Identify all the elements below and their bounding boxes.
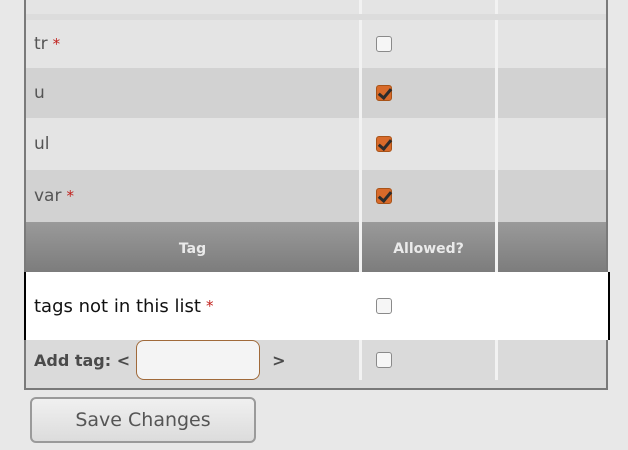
column-header-allowed: Allowed?	[362, 222, 498, 276]
allowed-cell	[362, 68, 498, 118]
table-row: tr *	[26, 20, 606, 68]
add-tag-label: Add tag: <	[34, 350, 131, 370]
table-row: ul	[26, 118, 606, 170]
allowed-cell	[362, 170, 498, 222]
table-row-partial	[26, 0, 606, 14]
tag-cell: ul	[26, 118, 362, 170]
add-tag-suffix: >	[272, 350, 286, 370]
allowed-cell	[362, 272, 498, 340]
tag-cell: tr *	[26, 20, 362, 68]
allowed-checkbox[interactable]	[376, 85, 392, 101]
table-row: u	[26, 68, 606, 118]
required-marker: *	[66, 187, 74, 205]
allowed-cell	[362, 20, 498, 68]
allowed-checkbox[interactable]	[376, 188, 392, 204]
tag-label: u	[34, 83, 45, 103]
cell	[498, 340, 606, 380]
cell	[26, 0, 362, 14]
cell	[362, 0, 498, 14]
cell	[498, 68, 606, 118]
tag-label: tr	[34, 34, 48, 54]
cell	[498, 170, 606, 222]
tags-not-in-list-checkbox[interactable]	[376, 298, 392, 314]
add-tag-row: Add tag: < >	[26, 340, 606, 380]
column-header-empty	[498, 222, 606, 276]
tags-not-in-list-row: tags not in this list *	[24, 272, 610, 340]
add-tag-cell: Add tag: < >	[26, 340, 362, 380]
cell	[498, 272, 606, 340]
tag-cell: u	[26, 68, 362, 118]
tag-label: var	[34, 186, 62, 206]
tag-cell: tags not in this list *	[26, 272, 362, 340]
save-changes-button[interactable]: Save Changes	[30, 397, 256, 443]
allowed-cell	[362, 340, 498, 380]
allowed-checkbox[interactable]	[376, 136, 392, 152]
tag-cell: var *	[26, 170, 362, 222]
required-marker: *	[205, 297, 214, 315]
add-tag-allowed-checkbox[interactable]	[376, 352, 392, 368]
cell	[498, 20, 606, 68]
cell	[498, 0, 606, 14]
allowed-cell	[362, 118, 498, 170]
cell	[498, 118, 606, 170]
table-header: Tag Allowed?	[26, 222, 606, 276]
table-row: var *	[26, 170, 606, 222]
allowed-checkbox[interactable]	[376, 36, 392, 52]
required-marker: *	[52, 35, 61, 53]
tags-not-in-list-label: tags not in this list	[34, 295, 201, 317]
add-tag-input[interactable]	[136, 340, 261, 380]
column-header-tag: Tag	[26, 222, 362, 276]
tag-label: ul	[34, 134, 50, 154]
